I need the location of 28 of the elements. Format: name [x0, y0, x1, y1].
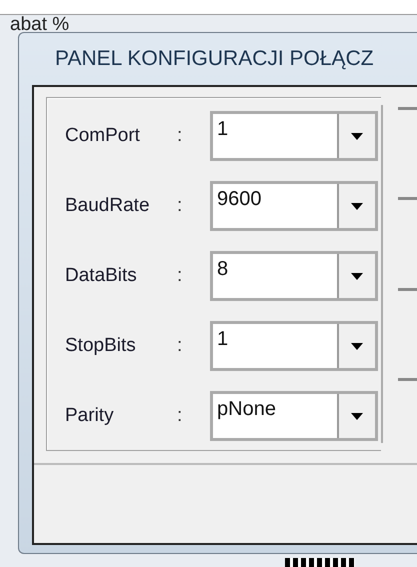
- background-label: abat %: [10, 16, 70, 34]
- dropdown-field[interactable]: 1: [210, 321, 378, 371]
- setting-label: DataBits: [65, 265, 138, 287]
- colon-separator: :: [177, 125, 184, 147]
- window-title: PANEL KONFIGURACJI POŁĄCZ: [54, 46, 375, 72]
- dropdown-field[interactable]: 1: [210, 111, 378, 161]
- setting-label: BaudRate: [65, 195, 151, 217]
- dropdown-button[interactable]: [337, 114, 375, 158]
- caret-icon: [351, 132, 363, 140]
- caret-icon: [351, 342, 363, 350]
- barcode-icon: [285, 558, 355, 567]
- colon-separator: :: [177, 405, 184, 427]
- caret-icon: [351, 202, 363, 210]
- colon-separator: :: [177, 335, 184, 357]
- dropdown-field[interactable]: 8: [210, 251, 378, 301]
- setting-label: ComPort: [65, 125, 141, 147]
- colon-separator: :: [177, 195, 184, 217]
- caret-icon: [351, 412, 363, 420]
- dropdown-field[interactable]: 9600: [210, 181, 378, 231]
- dropdown-button[interactable]: [337, 394, 375, 438]
- dropdown-button[interactable]: [337, 184, 375, 228]
- dropdown-field[interactable]: pNone: [210, 391, 378, 441]
- dropdown-button[interactable]: [337, 254, 375, 298]
- setting-label: StopBits: [65, 335, 137, 357]
- colon-separator: :: [177, 265, 184, 287]
- setting-label: Parity: [65, 405, 115, 427]
- caret-icon: [351, 272, 363, 280]
- dropdown-button[interactable]: [337, 324, 375, 368]
